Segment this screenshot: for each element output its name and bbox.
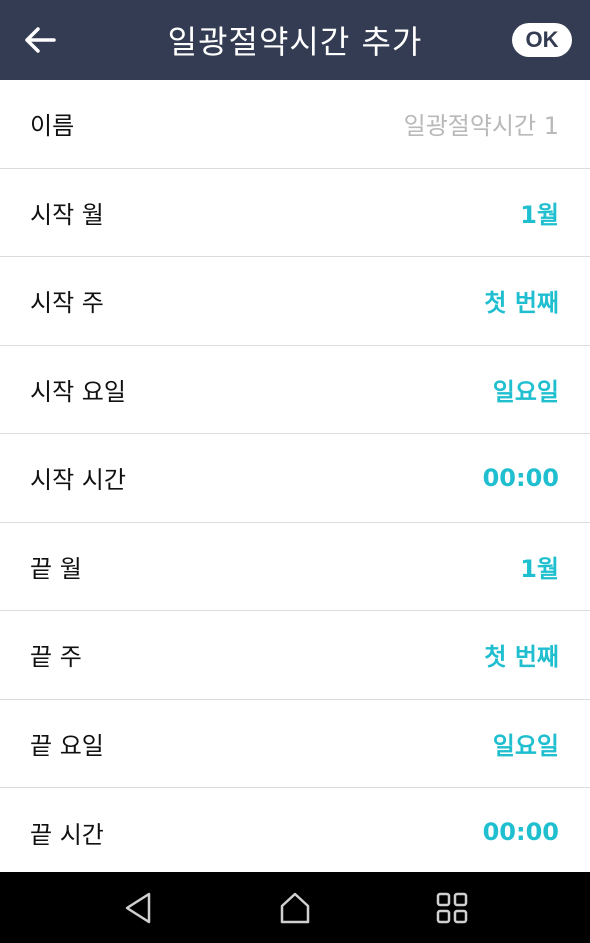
field-row-end-month[interactable]: 끝 월 1월 (0, 523, 590, 611)
system-nav-bar (0, 872, 590, 943)
field-label: 시작 주 (30, 289, 104, 318)
field-row-end-week[interactable]: 끝 주 첫 번째 (0, 611, 590, 700)
field-label: 시작 월 (30, 200, 104, 229)
arrow-left-icon (25, 27, 56, 53)
field-label: 끝 주 (30, 643, 82, 672)
field-value: 첫 번째 (484, 289, 559, 318)
ok-button[interactable]: OK (512, 23, 572, 57)
page-title: 일광절약시간 추가 (167, 23, 423, 61)
field-value: 1월 (520, 200, 559, 229)
back-button[interactable] (18, 22, 62, 58)
field-label: 이름 (30, 112, 75, 141)
name-input[interactable]: 일광절약시간 1 (404, 106, 559, 141)
field-row-start-month[interactable]: 시작 월 1월 (0, 169, 590, 257)
field-row-start-week[interactable]: 시작 주 첫 번째 (0, 257, 590, 346)
nav-back-button[interactable] (108, 878, 168, 938)
field-row-end-time[interactable]: 끝 시간 00:00 (0, 788, 590, 877)
field-value: 일요일 (492, 377, 559, 406)
field-value: 1월 (520, 554, 559, 583)
nav-recents-button[interactable] (422, 878, 482, 938)
field-label: 시작 시간 (30, 466, 126, 495)
nav-home-button[interactable] (265, 878, 325, 938)
app-screen: 일광절약시간 추가 OK 이름 일광절약시간 1 시작 월 1월 시작 주 첫 … (0, 0, 590, 943)
home-icon (280, 892, 310, 923)
settings-list: 이름 일광절약시간 1 시작 월 1월 시작 주 첫 번째 시작 요일 일요일 … (0, 80, 590, 877)
field-row-start-day[interactable]: 시작 요일 일요일 (0, 346, 590, 434)
field-value: 일요일 (492, 731, 559, 760)
field-label: 끝 월 (30, 554, 82, 583)
field-row-end-day[interactable]: 끝 요일 일요일 (0, 700, 590, 788)
field-row-name[interactable]: 이름 일광절약시간 1 (0, 80, 590, 169)
field-value: 첫 번째 (484, 643, 559, 672)
field-label: 시작 요일 (30, 377, 126, 406)
triangle-back-icon (126, 892, 151, 923)
field-value: 00:00 (482, 463, 559, 492)
field-label: 끝 요일 (30, 731, 104, 760)
grid-recents-icon (436, 892, 467, 923)
app-header: 일광절약시간 추가 OK (0, 0, 590, 80)
field-value: 00:00 (482, 818, 559, 847)
field-label: 끝 시간 (30, 820, 104, 849)
field-row-start-time[interactable]: 시작 시간 00:00 (0, 434, 590, 523)
